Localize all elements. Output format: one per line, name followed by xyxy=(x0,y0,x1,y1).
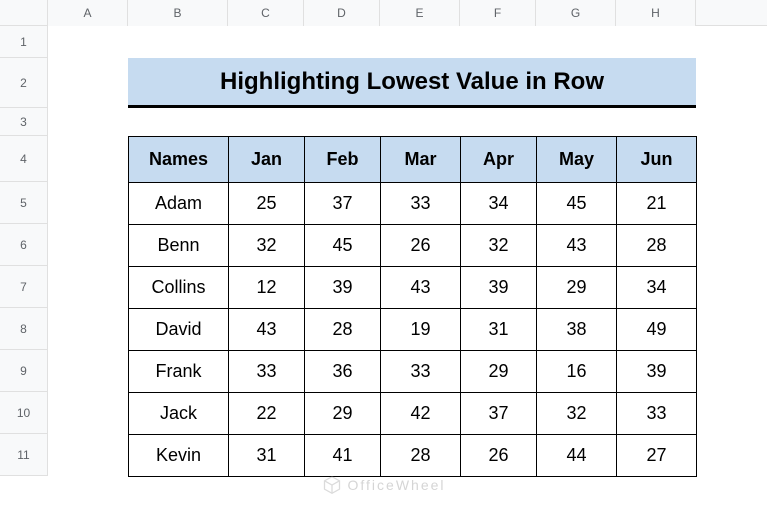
value-cell[interactable]: 32 xyxy=(229,225,305,267)
watermark-logo-icon xyxy=(322,475,342,495)
value-cell[interactable]: 37 xyxy=(461,393,537,435)
value-cell[interactable]: 16 xyxy=(537,351,617,393)
row-header[interactable]: 1 xyxy=(0,26,48,58)
name-cell[interactable]: David xyxy=(129,309,229,351)
row-header[interactable]: 8 xyxy=(0,308,48,350)
value-cell[interactable]: 34 xyxy=(461,183,537,225)
table-header-row: NamesJanFebMarAprMayJun xyxy=(129,137,697,183)
table-header-cell[interactable]: Jan xyxy=(229,137,305,183)
value-cell[interactable]: 29 xyxy=(305,393,381,435)
title-text: Highlighting Lowest Value in Row xyxy=(220,68,604,96)
value-cell[interactable]: 26 xyxy=(461,435,537,477)
name-cell[interactable]: Kevin xyxy=(129,435,229,477)
name-cell[interactable]: Adam xyxy=(129,183,229,225)
value-cell[interactable]: 29 xyxy=(461,351,537,393)
value-cell[interactable]: 31 xyxy=(461,309,537,351)
table-row: Collins123943392934 xyxy=(129,267,697,309)
grid-area[interactable]: Highlighting Lowest Value in Row NamesJa… xyxy=(48,26,767,515)
value-cell[interactable]: 28 xyxy=(381,435,461,477)
table-body: Adam253733344521Benn324526324328Collins1… xyxy=(129,183,697,477)
spreadsheet-container: ABCDEFGH 1234567891011 Highlighting Lowe… xyxy=(0,0,767,515)
table-header-cell[interactable]: Apr xyxy=(461,137,537,183)
select-all-corner[interactable] xyxy=(0,0,48,26)
value-cell[interactable]: 49 xyxy=(617,309,697,351)
value-cell[interactable]: 36 xyxy=(305,351,381,393)
value-cell[interactable]: 34 xyxy=(617,267,697,309)
value-cell[interactable]: 33 xyxy=(381,351,461,393)
value-cell[interactable]: 28 xyxy=(305,309,381,351)
table-row: Benn324526324328 xyxy=(129,225,697,267)
table-row: Kevin314128264427 xyxy=(129,435,697,477)
column-header[interactable]: F xyxy=(460,0,536,26)
value-cell[interactable]: 45 xyxy=(305,225,381,267)
title-banner[interactable]: Highlighting Lowest Value in Row xyxy=(128,58,696,108)
value-cell[interactable]: 28 xyxy=(617,225,697,267)
value-cell[interactable]: 12 xyxy=(229,267,305,309)
column-headers-row: ABCDEFGH xyxy=(0,0,767,26)
value-cell[interactable]: 39 xyxy=(305,267,381,309)
value-cell[interactable]: 19 xyxy=(381,309,461,351)
data-table: NamesJanFebMarAprMayJun Adam253733344521… xyxy=(128,136,697,477)
value-cell[interactable]: 31 xyxy=(229,435,305,477)
name-cell[interactable]: Collins xyxy=(129,267,229,309)
row-header[interactable]: 2 xyxy=(0,58,48,108)
row-header[interactable]: 11 xyxy=(0,434,48,476)
row-headers-column: 1234567891011 xyxy=(0,26,48,476)
row-header[interactable]: 5 xyxy=(0,182,48,224)
table-header-cell[interactable]: May xyxy=(537,137,617,183)
row-header[interactable]: 9 xyxy=(0,350,48,392)
name-cell[interactable]: Frank xyxy=(129,351,229,393)
value-cell[interactable]: 33 xyxy=(381,183,461,225)
value-cell[interactable]: 22 xyxy=(229,393,305,435)
name-cell[interactable]: Jack xyxy=(129,393,229,435)
name-cell[interactable]: Benn xyxy=(129,225,229,267)
value-cell[interactable]: 33 xyxy=(229,351,305,393)
value-cell[interactable]: 44 xyxy=(537,435,617,477)
column-header[interactable]: E xyxy=(380,0,460,26)
table-header-cell[interactable]: Names xyxy=(129,137,229,183)
value-cell[interactable]: 33 xyxy=(617,393,697,435)
value-cell[interactable]: 39 xyxy=(617,351,697,393)
table-row: Jack222942373233 xyxy=(129,393,697,435)
column-header[interactable]: B xyxy=(128,0,228,26)
value-cell[interactable]: 38 xyxy=(537,309,617,351)
value-cell[interactable]: 21 xyxy=(617,183,697,225)
column-header[interactable]: H xyxy=(616,0,696,26)
row-header[interactable]: 6 xyxy=(0,224,48,266)
table-row: Frank333633291639 xyxy=(129,351,697,393)
table-row: Adam253733344521 xyxy=(129,183,697,225)
column-header[interactable]: A xyxy=(48,0,128,26)
value-cell[interactable]: 25 xyxy=(229,183,305,225)
table-header-cell[interactable]: Feb xyxy=(305,137,381,183)
table-header-cell[interactable]: Mar xyxy=(381,137,461,183)
value-cell[interactable]: 41 xyxy=(305,435,381,477)
table-row: David432819313849 xyxy=(129,309,697,351)
value-cell[interactable]: 26 xyxy=(381,225,461,267)
row-header[interactable]: 3 xyxy=(0,108,48,136)
column-header[interactable]: D xyxy=(304,0,380,26)
value-cell[interactable]: 29 xyxy=(537,267,617,309)
column-header[interactable]: G xyxy=(536,0,616,26)
value-cell[interactable]: 43 xyxy=(229,309,305,351)
value-cell[interactable]: 39 xyxy=(461,267,537,309)
watermark-text: OfficeWheel xyxy=(348,477,446,493)
value-cell[interactable]: 27 xyxy=(617,435,697,477)
value-cell[interactable]: 37 xyxy=(305,183,381,225)
table-header-cell[interactable]: Jun xyxy=(617,137,697,183)
row-header[interactable]: 7 xyxy=(0,266,48,308)
value-cell[interactable]: 43 xyxy=(537,225,617,267)
column-header[interactable]: C xyxy=(228,0,304,26)
row-header[interactable]: 4 xyxy=(0,136,48,182)
value-cell[interactable]: 42 xyxy=(381,393,461,435)
value-cell[interactable]: 32 xyxy=(461,225,537,267)
row-header[interactable]: 10 xyxy=(0,392,48,434)
value-cell[interactable]: 43 xyxy=(381,267,461,309)
value-cell[interactable]: 45 xyxy=(537,183,617,225)
value-cell[interactable]: 32 xyxy=(537,393,617,435)
watermark: OfficeWheel xyxy=(322,475,446,495)
